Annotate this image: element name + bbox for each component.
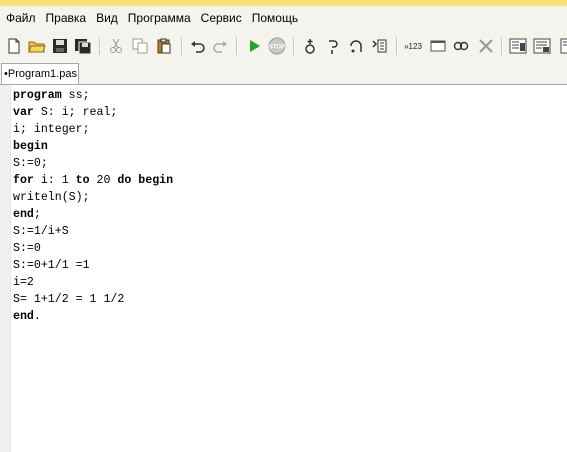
code-line[interactable]: end; — [13, 206, 173, 223]
stop-icon[interactable]: STOP — [267, 36, 287, 56]
stop-label: STOP — [269, 45, 285, 51]
editor-gutter — [0, 85, 11, 452]
code-keyword: end — [13, 208, 34, 221]
code-token: writeln(S); — [13, 191, 90, 204]
code-line[interactable]: program ss; — [13, 87, 173, 104]
format-icon[interactable] — [508, 36, 528, 56]
menu-file[interactable]: Файл — [0, 6, 41, 30]
code-line[interactable]: S:=0 — [13, 240, 173, 257]
step-over-icon[interactable] — [346, 36, 366, 56]
code-token: ss; — [61, 89, 90, 102]
save-all-icon[interactable] — [73, 36, 93, 56]
format-icon-2[interactable] — [532, 36, 552, 56]
code-token: S: i; real; — [33, 106, 118, 119]
tab-bar: •Program1.pas — [0, 62, 567, 85]
save-icon[interactable] — [50, 36, 70, 56]
menu-bar: Файл Правка Вид Программа Сервис Помощь — [0, 6, 567, 30]
code-text[interactable]: program ss; var S: i; real; i; integer; beg… — [13, 87, 173, 325]
open-folder-icon[interactable] — [27, 36, 47, 56]
code-line[interactable]: S:=0+1/1 =1 — [13, 257, 173, 274]
code-editor[interactable]: program ss; var S: i; real; i; integer; beg… — [0, 85, 567, 452]
code-token: S:=0; — [13, 157, 48, 170]
close-icon[interactable] — [476, 36, 496, 56]
code-token: S:=0 — [13, 242, 41, 255]
new-file-icon[interactable] — [4, 36, 24, 56]
code-line[interactable]: S:=0; — [13, 155, 173, 172]
menu-program[interactable]: Программа — [123, 6, 196, 30]
undo-icon[interactable] — [188, 36, 208, 56]
code-line[interactable]: for i: 1 to 20 do begin — [13, 172, 173, 189]
code-token: . — [33, 310, 41, 323]
menu-view[interactable]: Вид — [91, 6, 123, 30]
code-line[interactable]: i; integer; — [13, 121, 173, 138]
code-keyword: to — [75, 174, 90, 187]
goto-label: »123 — [404, 41, 422, 51]
code-token: S:=0+1/1 =1 — [13, 259, 90, 272]
code-line[interactable]: S:=1/i+S — [13, 223, 173, 240]
tab-program1[interactable]: •Program1.pas — [1, 63, 79, 84]
menu-service[interactable]: Сервис — [196, 6, 247, 30]
code-token: i: 1 — [33, 174, 76, 187]
cut-icon[interactable] — [106, 36, 126, 56]
code-keyword: do — [117, 174, 132, 187]
copy-icon[interactable] — [130, 36, 150, 56]
code-token: S:=1/i+S — [13, 225, 69, 238]
watch-list-icon[interactable] — [369, 36, 389, 56]
menu-help[interactable]: Помощь — [247, 6, 303, 30]
menu-edit[interactable]: Правка — [41, 6, 92, 30]
output-window-icon[interactable] — [428, 36, 448, 56]
code-token: i; integer; — [13, 123, 90, 136]
code-line[interactable]: writeln(S); — [13, 189, 173, 206]
code-line[interactable]: S= 1+1/2 = 1 1/2 — [13, 291, 173, 308]
code-line[interactable]: end. — [13, 308, 173, 325]
paste-icon[interactable] — [154, 36, 174, 56]
code-token: S= 1+1/2 = 1 1/2 — [13, 293, 125, 306]
code-keyword: begin — [138, 174, 174, 187]
code-line[interactable]: begin — [13, 138, 173, 155]
code-token: 20 — [89, 174, 118, 187]
add-watch-icon[interactable] — [300, 36, 320, 56]
code-keyword: for — [13, 174, 34, 187]
run-icon[interactable] — [244, 36, 264, 56]
code-line[interactable]: var S: i; real; — [13, 104, 173, 121]
code-line[interactable]: i=2 — [13, 274, 173, 291]
code-token: i=2 — [13, 276, 34, 289]
goto-line-icon[interactable]: »123 — [402, 36, 424, 56]
code-keyword: begin — [13, 140, 48, 153]
redo-icon[interactable] — [210, 36, 230, 56]
format-icon-3[interactable] — [556, 36, 567, 56]
code-keyword: var — [13, 106, 34, 119]
code-keyword: program — [13, 89, 62, 102]
toolbar: STOP »123 — [0, 30, 567, 63]
step-into-icon[interactable] — [323, 36, 343, 56]
zoom-icon[interactable] — [451, 36, 471, 56]
code-token: ; — [33, 208, 41, 221]
code-keyword: end — [13, 310, 34, 323]
